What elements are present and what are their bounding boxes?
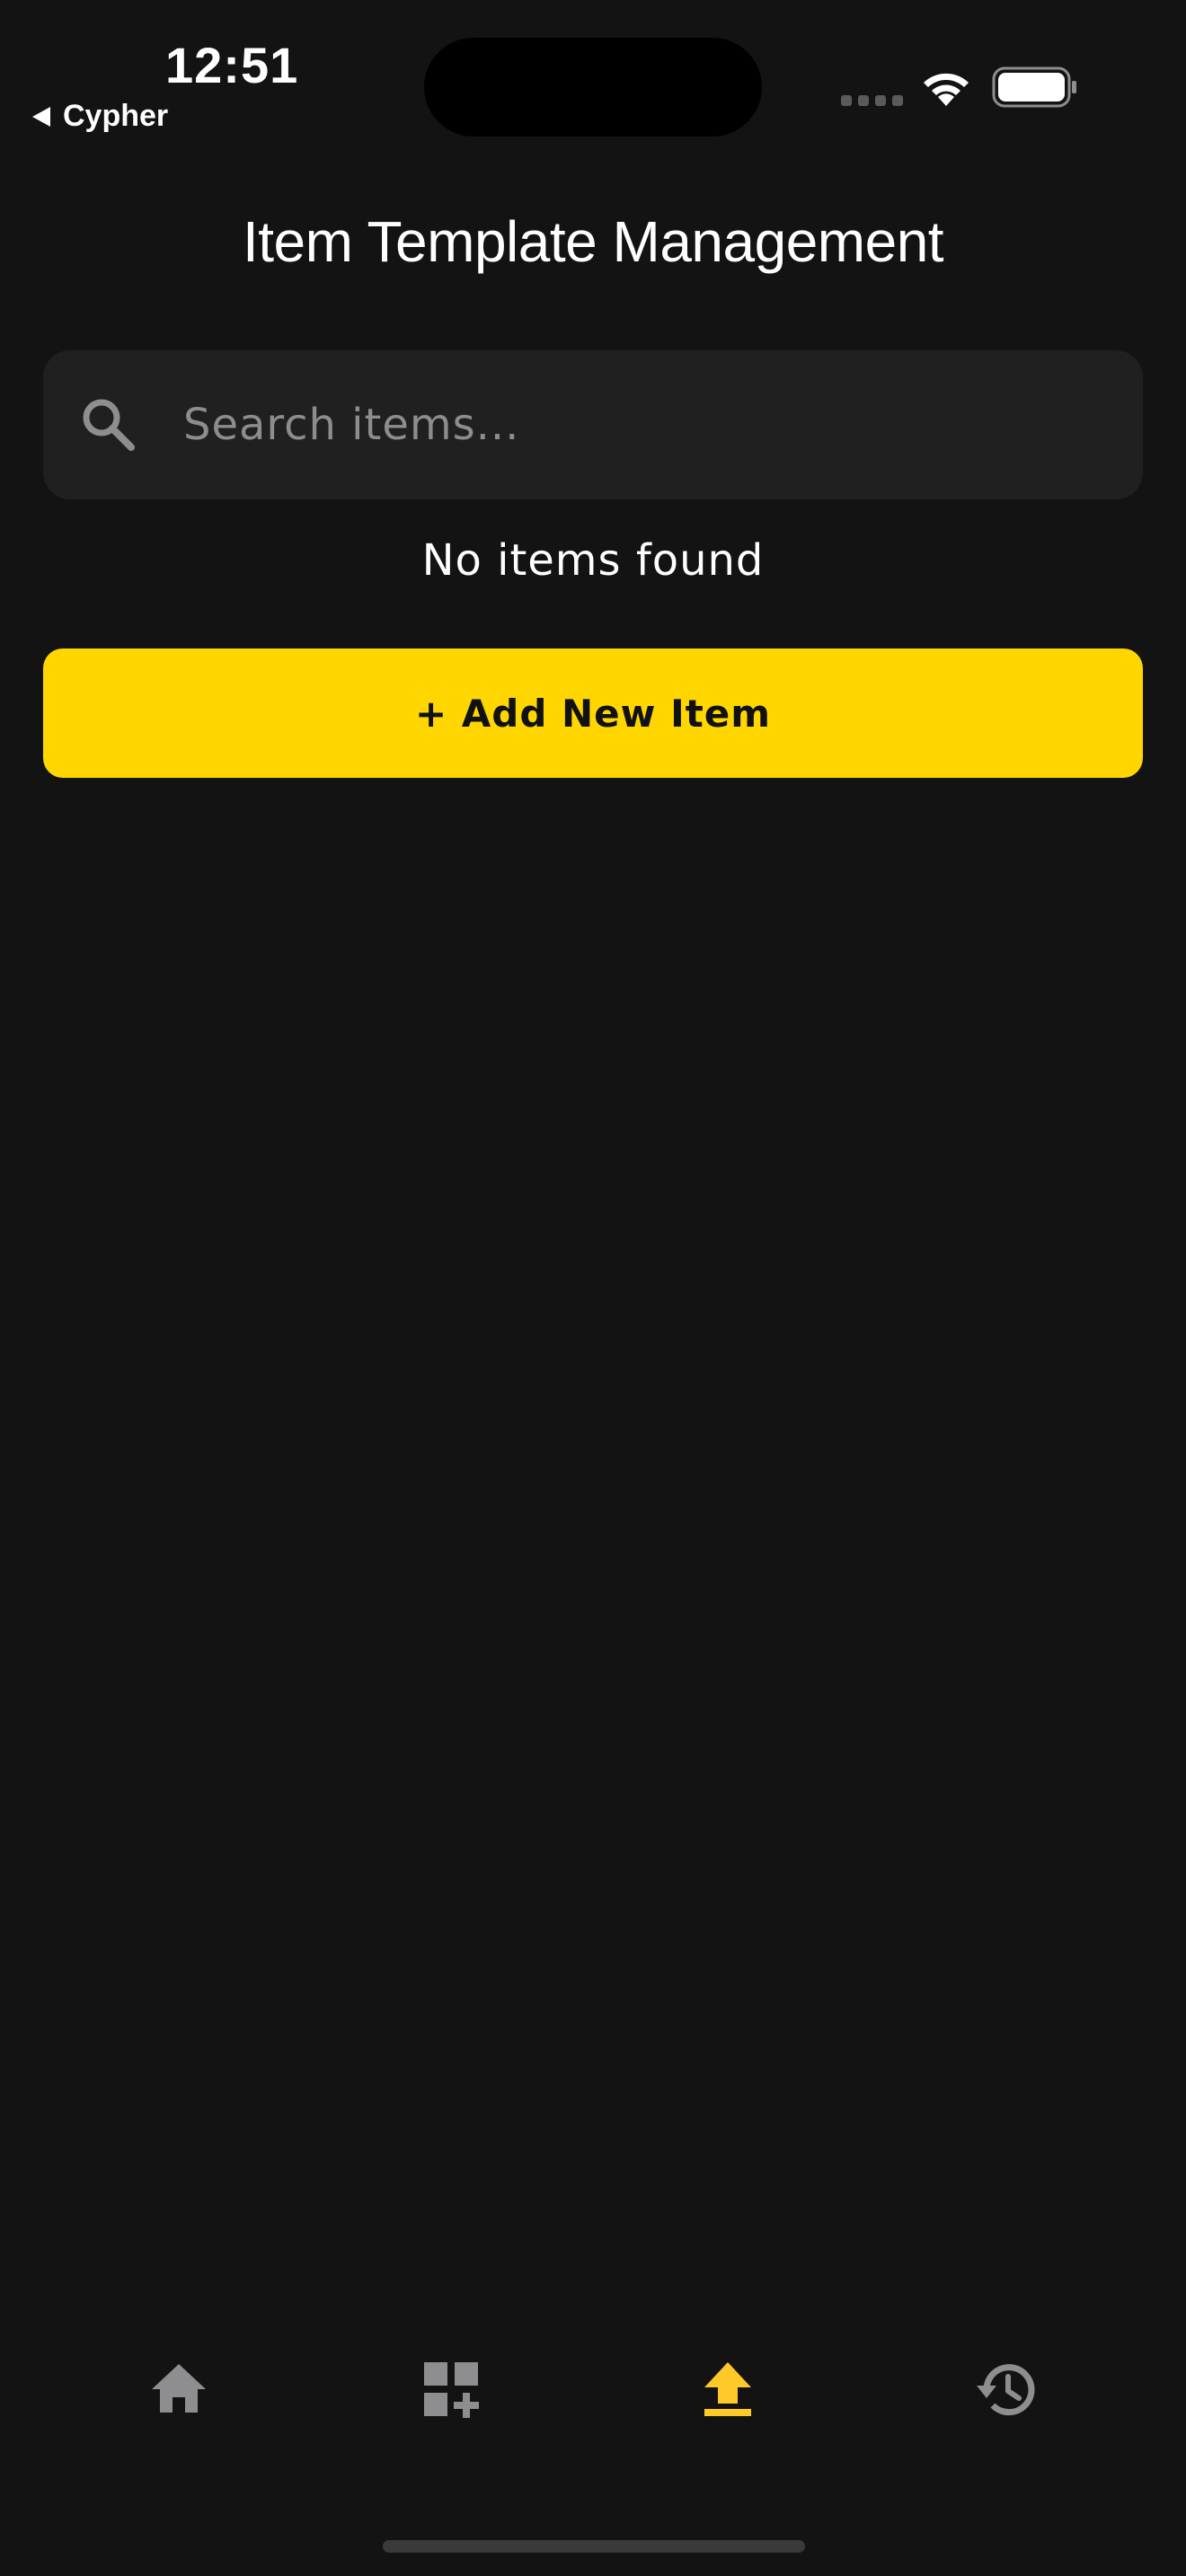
history-icon <box>977 2364 1035 2416</box>
back-arrow-icon <box>32 106 50 127</box>
dynamic-island <box>424 38 762 137</box>
back-to-app-link[interactable]: Cypher <box>32 99 168 134</box>
battery-icon <box>992 66 1076 108</box>
search-icon <box>83 399 135 451</box>
bottom-navigation <box>0 2299 1186 2452</box>
nav-item-add-template[interactable] <box>406 2344 496 2434</box>
nav-item-history[interactable] <box>961 2344 1051 2434</box>
upload-icon <box>704 2362 751 2416</box>
search-input[interactable] <box>183 386 1118 463</box>
empty-state-message: No items found <box>421 535 765 586</box>
back-app-label: Cypher <box>63 99 169 133</box>
page-title: Item Template Management <box>242 209 944 274</box>
status-time: 12:51 <box>165 37 299 93</box>
add-grid-icon <box>424 2362 479 2418</box>
nav-item-upload[interactable] <box>683 2344 773 2434</box>
cellular-signal-icon <box>841 95 903 106</box>
nav-item-home[interactable] <box>134 2344 224 2434</box>
wifi-icon <box>924 73 969 106</box>
home-icon <box>152 2364 206 2413</box>
add-new-item-button[interactable]: + Add New Item <box>43 648 1143 778</box>
home-indicator[interactable] <box>383 2540 805 2553</box>
